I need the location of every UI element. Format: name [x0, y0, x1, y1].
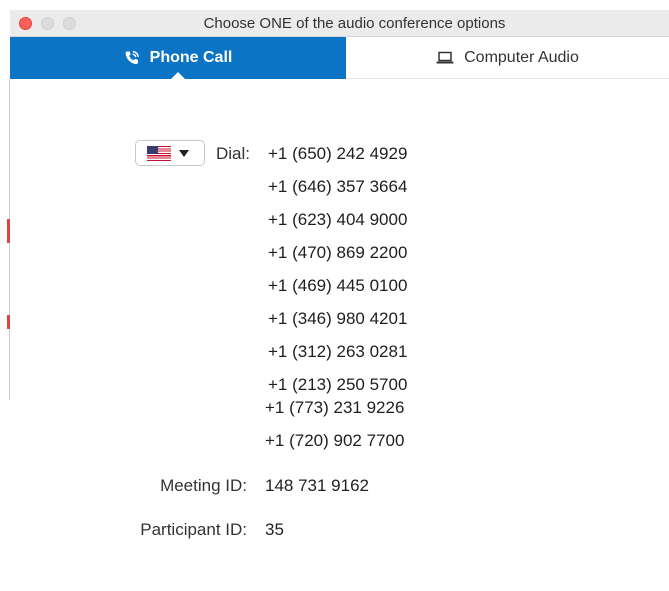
chevron-down-icon [179, 149, 189, 157]
meeting-id-label: Meeting ID: [160, 476, 247, 495]
phone-icon [124, 50, 140, 66]
participant-id-value: 35 [265, 520, 284, 539]
tab-phone-call[interactable]: Phone Call [10, 37, 346, 80]
dial-number: +1 (646) 357 3664 [268, 177, 408, 196]
dial-label: Dial: [215, 144, 250, 163]
dial-number: +1 (346) 980 4201 [268, 309, 408, 328]
background-red-mark [7, 315, 10, 329]
country-select[interactable] [135, 140, 205, 166]
laptop-icon [436, 51, 454, 65]
meeting-id-value: 148 731 9162 [265, 476, 369, 495]
dial-number: +1 (650) 242 4929 [268, 144, 408, 163]
window-title: Choose ONE of the audio conference optio… [203, 15, 506, 32]
background-window-edge [0, 79, 10, 400]
dial-number: +1 (623) 404 9000 [268, 210, 408, 229]
active-tab-indicator [170, 72, 186, 80]
dial-number: +1 (720) 902 7700 [265, 431, 405, 450]
dial-number: +1 (312) 263 0281 [268, 342, 408, 361]
participant-id-label: Participant ID: [140, 520, 247, 539]
audio-conference-window: Choose ONE of the audio conference optio… [0, 0, 669, 591]
tab-phone-call-label: Phone Call [149, 49, 233, 66]
dial-number: +1 (470) 869 2200 [268, 243, 408, 262]
dial-number: +1 (773) 231 9226 [265, 398, 405, 417]
background-red-mark [7, 219, 10, 243]
tab-computer-audio[interactable]: Computer Audio [346, 37, 669, 79]
tab-computer-audio-label: Computer Audio [464, 48, 579, 66]
title-bar: Choose ONE of the audio conference optio… [10, 10, 669, 37]
dial-number: +1 (469) 445 0100 [268, 276, 408, 295]
dial-number: +1 (213) 250 5700 [268, 375, 408, 394]
audio-option-tabs: Phone Call Computer Audio [10, 37, 669, 80]
us-flag-icon [147, 145, 171, 161]
